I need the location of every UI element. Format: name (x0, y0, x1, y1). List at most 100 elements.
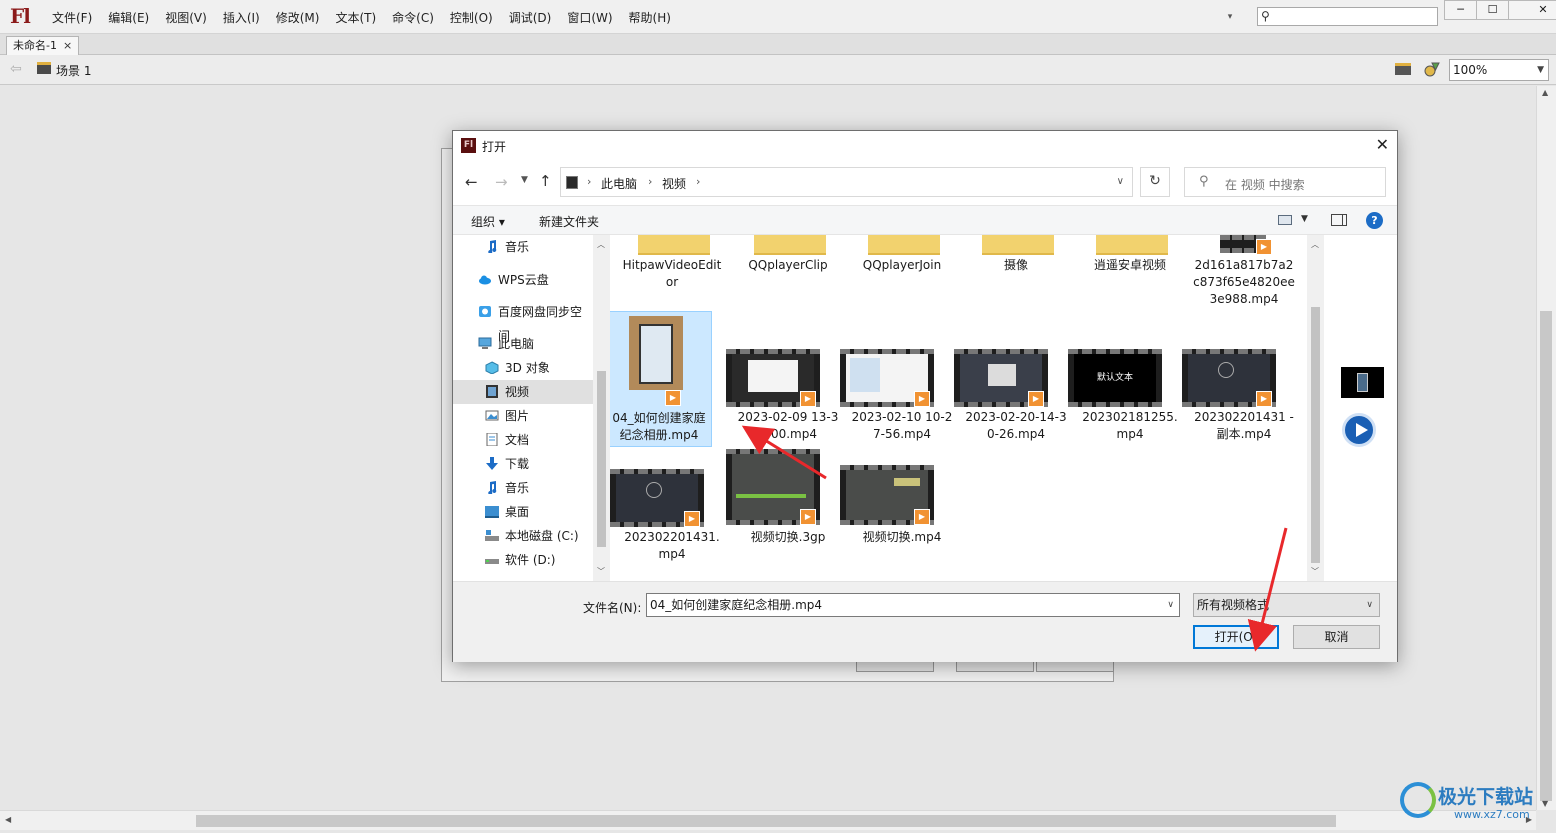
maximize-button[interactable]: ☐ (1476, 0, 1509, 20)
video-file-item[interactable]: ▶ 视频切换.mp4 (840, 447, 956, 581)
folder-item[interactable]: HitpawVideoEditor (620, 235, 726, 301)
scroll-down-icon[interactable]: ﹀ (1311, 566, 1319, 577)
play-icon[interactable] (1342, 413, 1376, 447)
navigation-pane-scrollbar[interactable]: ︿ ﹀ (593, 235, 610, 581)
menu-debug[interactable]: 调试(D) (501, 9, 560, 26)
zoom-select[interactable]: 100% ▼ (1449, 59, 1549, 81)
help-icon[interactable]: ? (1366, 212, 1383, 229)
scroll-up-icon[interactable]: ︿ (597, 239, 605, 250)
file-list-scrollbar[interactable]: ︿ ﹀ (1307, 235, 1324, 581)
sidebar-item-software-d[interactable]: 软件 (D:) (453, 548, 593, 572)
video-file-item-selected[interactable]: ▶ 04_如何创建家庭纪念相册.mp4 (610, 311, 712, 447)
breadcrumb-this-pc[interactable]: 此电脑 (601, 175, 637, 192)
menu-view[interactable]: 视图(V) (157, 9, 215, 26)
scroll-up-icon[interactable]: ︿ (1311, 239, 1319, 250)
close-tab-icon[interactable]: × (63, 39, 72, 52)
scroll-down-icon[interactable]: ﹀ (597, 566, 605, 577)
menu-file[interactable]: 文件(F) (44, 9, 100, 26)
menu-text[interactable]: 文本(T) (327, 9, 384, 26)
folder-item[interactable]: 逍遥安卓视频 (1078, 235, 1184, 275)
sidebar-item-desktop[interactable]: 桌面 (453, 500, 593, 524)
file-type-select[interactable]: 所有视频格式 ∨ (1193, 593, 1380, 617)
organize-menu[interactable]: 组织 ▾ (471, 213, 505, 230)
video-file-item[interactable]: 默认文本 202302181255.mp4 (1068, 311, 1184, 447)
menu-help[interactable]: 帮助(H) (621, 9, 679, 26)
scrollbar-thumb[interactable] (597, 371, 606, 547)
folder-item[interactable]: QQplayerClip (736, 235, 842, 275)
back-icon[interactable]: ← (465, 173, 478, 191)
scene-label: 场景 1 (56, 64, 92, 78)
open-button[interactable]: 打开(O) (1193, 625, 1279, 649)
play-badge-icon: ▶ (800, 509, 816, 525)
sidebar-item-label: 桌面 (505, 505, 530, 519)
play-badge-icon: ▶ (800, 391, 816, 407)
sidebar-item-pictures[interactable]: 图片 (453, 404, 593, 428)
cube-icon (485, 361, 499, 374)
folder-item[interactable]: QQplayerJoin (850, 235, 956, 275)
sidebar-item-downloads[interactable]: 下载 (453, 452, 593, 476)
sidebar-item-local-disk-c[interactable]: 本地磁盘 (C:) (453, 524, 593, 548)
video-file-item[interactable]: ▶ 2d161a817b7a2c873f65e4820ee3e988.mp4 (1192, 235, 1298, 311)
recent-locations-icon[interactable]: ▼ (521, 175, 528, 185)
edit-symbols-icon[interactable] (1423, 60, 1441, 78)
close-window-button[interactable]: ✕ (1508, 0, 1556, 20)
sidebar-item-label: 文档 (505, 433, 530, 447)
back-arrow-icon[interactable]: ⇦ (10, 61, 22, 77)
dialog-title: 打开 (482, 140, 507, 154)
menu-control[interactable]: 控制(O) (442, 9, 501, 26)
workspace-dropdown-icon[interactable]: ▾ (1222, 9, 1238, 25)
folder-item[interactable]: 摄像 (964, 235, 1070, 275)
forward-icon[interactable]: → (495, 173, 508, 191)
cancel-button[interactable]: 取消 (1293, 625, 1380, 649)
scroll-up-icon[interactable]: ▲ (1542, 88, 1548, 97)
menu-insert[interactable]: 插入(I) (215, 9, 268, 26)
up-folder-icon[interactable]: ↑ (539, 172, 552, 190)
sidebar-item-music[interactable]: 音乐 (453, 235, 593, 259)
stage-horizontal-scrollbar[interactable]: ◀ ▶ (0, 810, 1536, 830)
video-file-item[interactable]: ▶ 2023-02-10 10-27-56.mp4 (840, 311, 956, 447)
menu-commands[interactable]: 命令(C) (384, 9, 442, 26)
scrollbar-thumb[interactable] (196, 815, 1336, 827)
scrollbar-thumb[interactable] (1311, 307, 1320, 563)
command-bar: 组织 ▾ 新建文件夹 ▼ ? (453, 205, 1397, 235)
stage-vertical-scrollbar[interactable]: ▲ ▼ (1536, 86, 1556, 810)
scroll-left-icon[interactable]: ◀ (5, 815, 11, 824)
file-name: QQplayerClip (748, 258, 828, 272)
view-options-chevron-icon[interactable]: ▼ (1301, 214, 1308, 224)
filename-input[interactable]: 04_如何创建家庭纪念相册.mp4 ∨ (646, 593, 1180, 617)
sidebar-item-videos[interactable]: 视频 (453, 380, 593, 404)
chevron-down-icon: ▼ (1537, 65, 1544, 75)
address-bar[interactable]: › 此电脑 › 视频 › ∨ (560, 167, 1133, 197)
scrollbar-thumb[interactable] (1540, 311, 1552, 801)
sidebar-item-wps-cloud[interactable]: WPS云盘 (453, 268, 593, 292)
video-file-item[interactable]: ▶ 视频切换.3gp (726, 447, 842, 581)
dialog-close-button[interactable]: ✕ (1376, 135, 1389, 154)
music-icon (488, 481, 497, 494)
chevron-down-icon[interactable]: ∨ (1167, 594, 1174, 616)
preview-pane-icon[interactable] (1331, 214, 1347, 226)
breadcrumb-videos[interactable]: 视频 (662, 175, 686, 192)
help-search-input[interactable]: ⚲ (1257, 7, 1438, 26)
menu-edit[interactable]: 编辑(E) (100, 9, 157, 26)
sidebar-item-baidu-sync[interactable]: 百度网盘同步空间 (453, 300, 593, 343)
chevron-down-icon[interactable]: ∨ (1117, 176, 1124, 187)
sidebar-item-documents[interactable]: 文档 (453, 428, 593, 452)
document-tab[interactable]: 未命名-1 × (6, 36, 80, 55)
video-file-item[interactable]: ▶ 202302201431.mp4 (610, 447, 726, 581)
menu-bar: Fl 文件(F) 编辑(E) 视图(V) 插入(I) 修改(M) 文本(T) 命… (0, 0, 1556, 34)
video-file-item[interactable]: ▶ 202302201431 - 副本.mp4 (1182, 311, 1298, 447)
edit-scene-icon[interactable] (1395, 63, 1411, 75)
sidebar-item-this-pc[interactable]: 此电脑 (453, 332, 593, 356)
folder-search-input[interactable]: ⚲ 在 视频 中搜索 (1184, 167, 1386, 197)
sidebar-item-3d-objects[interactable]: 3D 对象 (453, 356, 593, 380)
video-file-item[interactable]: ▶ 2023-02-09 13-32-00.mp4 (726, 311, 842, 447)
refresh-button[interactable]: ↻ (1140, 167, 1170, 197)
menu-window[interactable]: 窗口(W) (559, 9, 620, 26)
file-name: 视频切换.3gp (750, 530, 826, 544)
new-folder-button[interactable]: 新建文件夹 (539, 213, 599, 230)
menu-modify[interactable]: 修改(M) (268, 9, 328, 26)
change-view-icon[interactable] (1278, 215, 1292, 225)
video-file-item[interactable]: ▶ 2023-02-20-14-30-26.mp4 (954, 311, 1070, 447)
sidebar-item-music[interactable]: 音乐 (453, 476, 593, 500)
minimize-button[interactable]: ─ (1444, 0, 1477, 20)
